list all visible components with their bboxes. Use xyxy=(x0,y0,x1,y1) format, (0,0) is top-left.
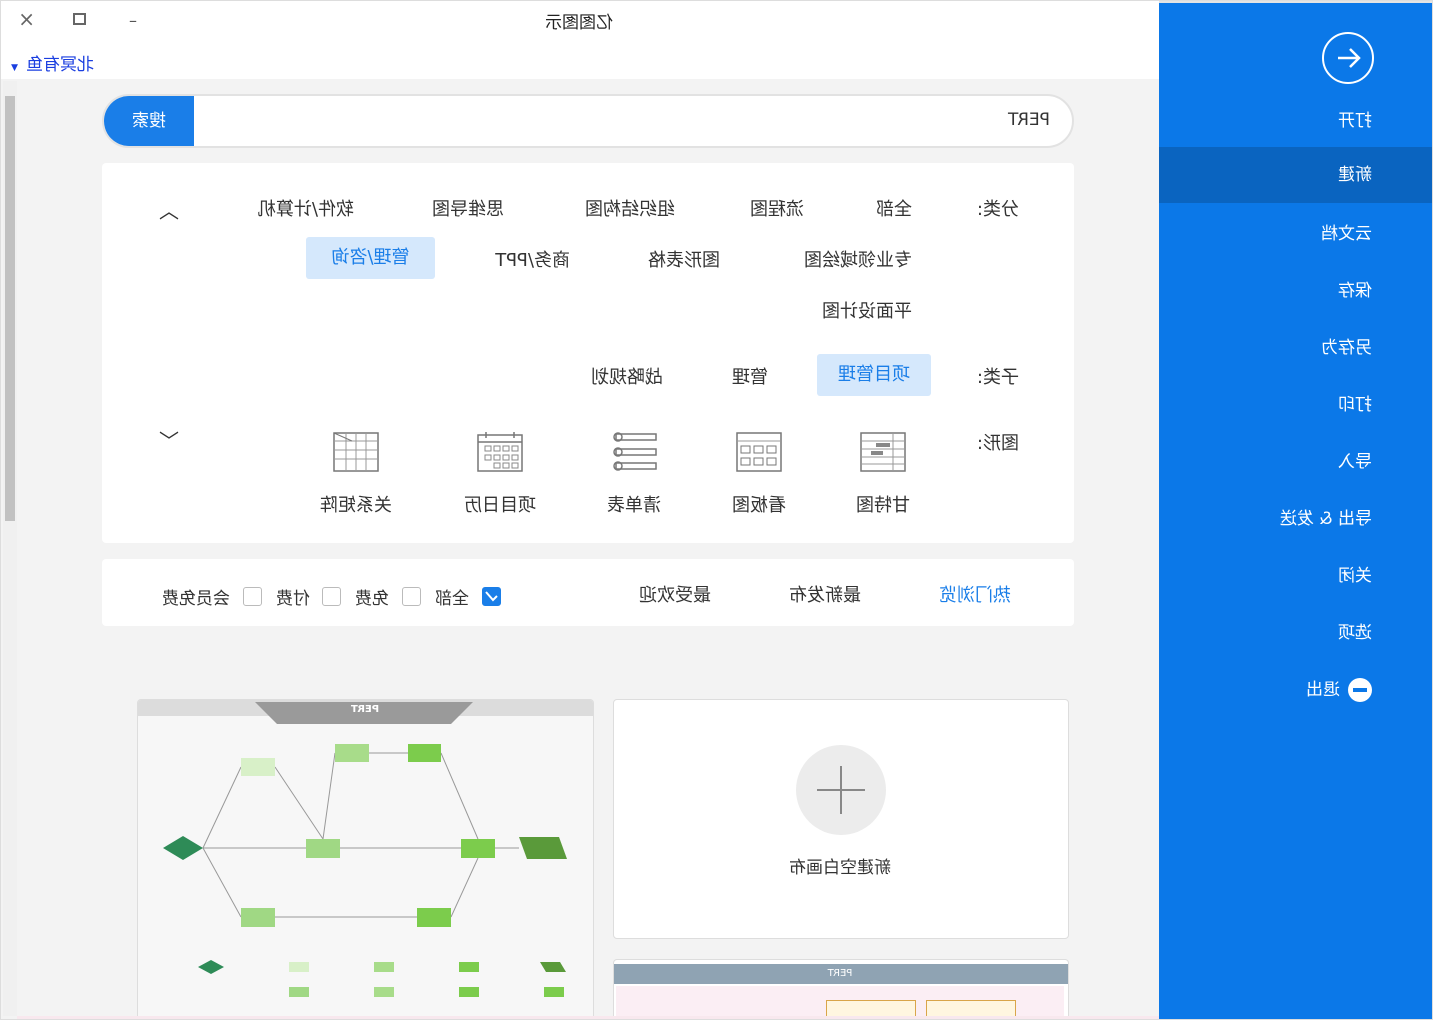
checkbox-member-free-label: 会员免费 xyxy=(162,589,230,609)
category-panel: 分类: 全部 流程图 组织结构图 思维导图 软件/计算机 ︿ 专业领域绘图 图形… xyxy=(102,163,1074,543)
category-management[interactable]: 管理/咨询 xyxy=(306,237,435,279)
plus-icon xyxy=(796,745,886,835)
blank-canvas-label: 新建空白画布 xyxy=(789,858,891,878)
category-flowchart[interactable]: 流程图 xyxy=(750,195,804,221)
search-bar: PERT 搜索 xyxy=(102,94,1074,148)
dropdown-caret-icon: ▼ xyxy=(11,63,18,73)
shape-label: 项目日历 xyxy=(464,495,536,516)
kanban-icon xyxy=(736,432,782,472)
minimize-button[interactable]: – xyxy=(123,11,137,31)
shape-label: 看板图 xyxy=(732,495,786,516)
sidebar-item-close[interactable]: 关闭 xyxy=(1159,548,1432,604)
shape-calendar[interactable]: 项目日历 xyxy=(440,431,560,517)
check-icon xyxy=(485,591,498,602)
category-graphic-design[interactable]: 平面设计图 xyxy=(822,297,912,323)
tab-popular[interactable]: 热门浏览 xyxy=(939,581,1011,607)
minus-circle-icon xyxy=(1348,678,1372,702)
back-arrow-icon[interactable] xyxy=(1322,32,1374,84)
bottom-strip xyxy=(17,1016,1159,1020)
shape-gantt[interactable]: 甘特图 xyxy=(823,431,943,517)
tab-newest[interactable]: 最新发布 xyxy=(789,581,861,607)
category-org-chart[interactable]: 组织结构图 xyxy=(585,195,675,221)
search-button[interactable]: 搜索 xyxy=(104,96,194,146)
subcategory-strategy[interactable]: 战略规划 xyxy=(591,363,663,389)
shape-matrix[interactable]: 关系矩阵 xyxy=(296,431,416,517)
subcategory-project-management[interactable]: 项目管理 xyxy=(817,354,931,396)
pert-thumbnail-title: PERT xyxy=(350,704,380,715)
template-card[interactable]: PERT xyxy=(613,959,1069,1020)
checkbox-paid-label: 付费 xyxy=(276,589,310,609)
checkbox-all[interactable] xyxy=(482,587,501,606)
category-professional[interactable]: 专业领域绘图 xyxy=(804,246,912,272)
sidebar-item-save[interactable]: 保存 xyxy=(1159,263,1432,319)
new-blank-canvas-card[interactable]: 新建空白画布 xyxy=(613,699,1069,939)
category-business-ppt[interactable]: 商务/PPT xyxy=(495,246,570,272)
matrix-icon xyxy=(333,432,379,472)
exit-label: 退出 xyxy=(1306,680,1340,700)
category-software[interactable]: 软件/计算机 xyxy=(258,195,354,221)
template-header: PERT xyxy=(613,964,1068,984)
user-menu[interactable]: 北冥有鱼 ▼ xyxy=(11,50,94,75)
tab-most-liked[interactable]: 最受欢迎 xyxy=(639,581,711,607)
shape-label: 关系矩阵 xyxy=(320,495,392,516)
sidebar-item-open[interactable]: 打开 xyxy=(1159,93,1432,149)
scrollbar[interactable] xyxy=(3,81,17,1016)
checkbox-free-label: 免费 xyxy=(355,589,389,609)
checkbox-paid[interactable] xyxy=(322,587,341,606)
expand-chevron-down-icon[interactable]: ﹀ xyxy=(159,425,179,454)
pert-template-card[interactable]: PERT xyxy=(137,699,594,1020)
category-mind-map[interactable]: 思维导图 xyxy=(432,195,504,221)
scrollbar-thumb[interactable] xyxy=(5,96,15,521)
shape-label: 清单表 xyxy=(607,495,661,516)
window-title: 亿图图示 xyxy=(545,13,613,33)
checkbox-member-free[interactable] xyxy=(243,587,262,606)
user-name: 北冥有鱼 xyxy=(26,55,94,75)
subcategory-label: 子类: xyxy=(976,367,1019,388)
sidebar-item-exit[interactable]: 退出 xyxy=(1159,662,1432,718)
sidebar-item-options[interactable]: 选项 xyxy=(1159,605,1432,661)
checkbox-all-label: 全部 xyxy=(435,589,469,609)
category-label: 分类: xyxy=(976,199,1019,220)
sidebar-item-export[interactable]: 导出 & 发送 xyxy=(1159,491,1432,547)
sidebar-item-import[interactable]: 导入 xyxy=(1159,434,1432,490)
collapse-chevron-up-icon[interactable]: ︿ xyxy=(159,195,179,224)
shape-kanban[interactable]: 看板图 xyxy=(699,431,819,517)
pert-thumbnail xyxy=(137,700,593,997)
backstage-sidebar: 打开 新建 云文档 保存 另存为 打印 导入 导出 & 发送 关闭 选项 退出 xyxy=(1159,1,1432,1020)
sidebar-item-save-as[interactable]: 另存为 xyxy=(1159,320,1432,376)
sidebar-item-new[interactable]: 新建 xyxy=(1159,147,1432,203)
sidebar-item-print[interactable]: 打印 xyxy=(1159,377,1432,433)
shape-checklist[interactable]: 清单表 xyxy=(574,431,694,517)
category-all[interactable]: 全部 xyxy=(876,195,912,221)
close-button[interactable]: × xyxy=(18,7,35,31)
shapes-label: 图形: xyxy=(976,433,1019,454)
shape-label: 甘特图 xyxy=(856,495,910,516)
category-tables[interactable]: 图形表格 xyxy=(648,246,720,272)
checkbox-free[interactable] xyxy=(402,587,421,606)
calendar-icon xyxy=(477,432,523,472)
sidebar-item-cloud[interactable]: 云文档 xyxy=(1159,206,1432,262)
gantt-icon xyxy=(860,432,906,472)
maximize-button[interactable] xyxy=(73,13,86,25)
subcategory-management[interactable]: 管理 xyxy=(732,363,768,389)
checklist-icon xyxy=(613,432,657,471)
filter-bar: 热门浏览 最新发布 最受欢迎 全部 免费 付费 会员免费 xyxy=(102,559,1074,626)
search-input[interactable]: PERT xyxy=(1008,110,1050,130)
